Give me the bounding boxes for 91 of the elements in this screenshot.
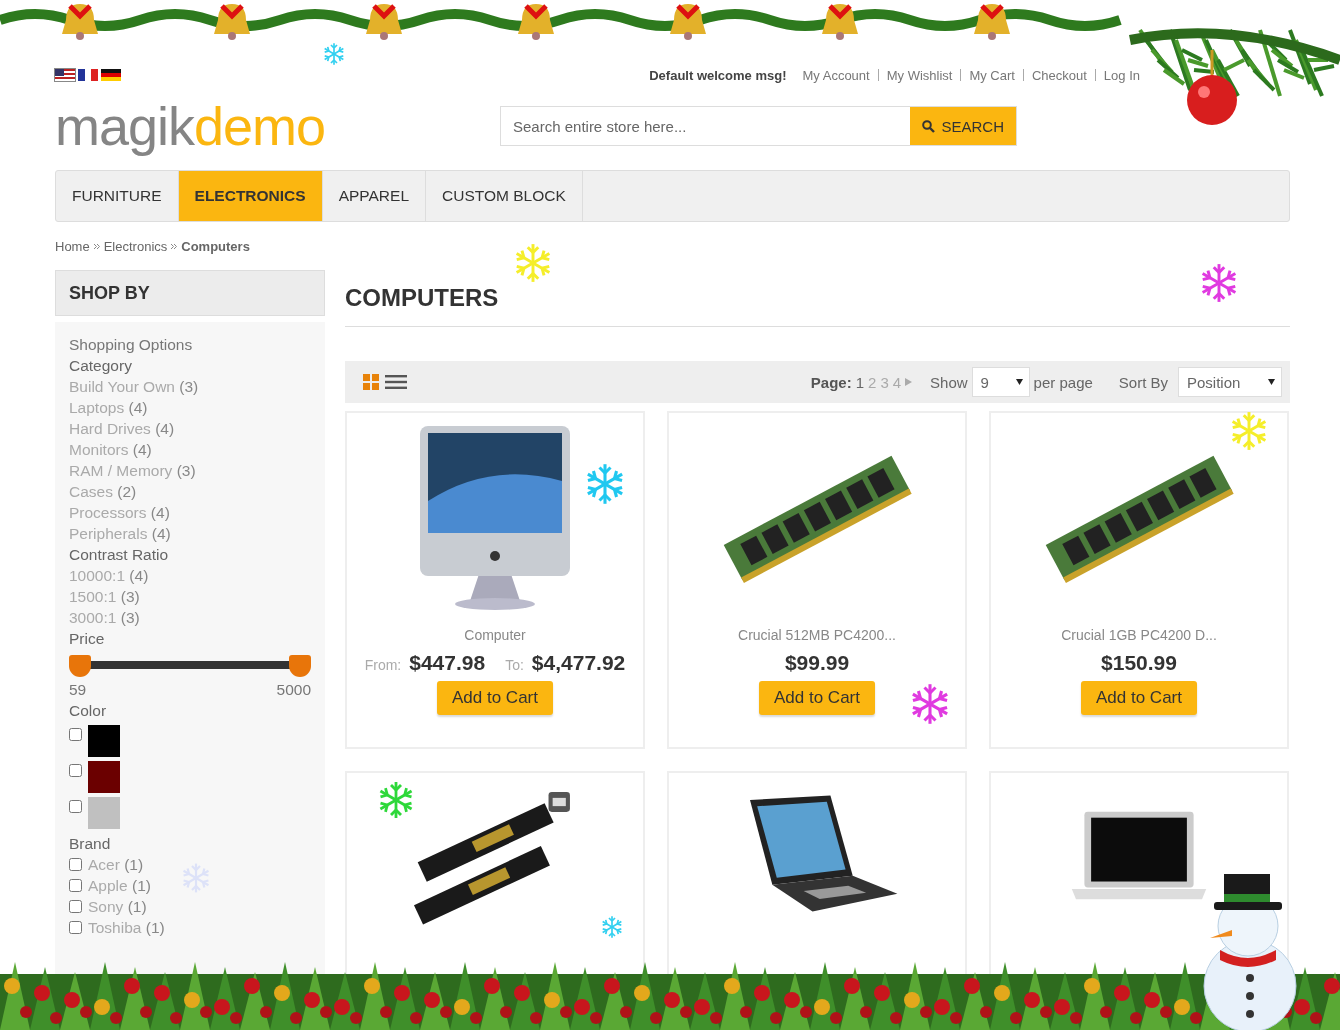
snowflake-icon	[322, 42, 346, 66]
filter-link[interactable]: Build Your Own (3)	[69, 376, 311, 397]
price-min: 59	[69, 680, 87, 700]
filter-link[interactable]: Laptops (4)	[69, 397, 311, 418]
filter-link[interactable]: Peripherals (4)	[69, 523, 311, 544]
sort-select[interactable]: Position	[1178, 367, 1282, 397]
page-link[interactable]: 2	[868, 373, 877, 391]
show-label: Show	[930, 373, 968, 391]
page-link[interactable]: 1	[855, 373, 865, 391]
brand-option[interactable]: Sony (1)	[88, 896, 147, 917]
price: $150.99	[1101, 651, 1177, 675]
separator	[1094, 69, 1096, 81]
price-label: From:	[364, 657, 402, 673]
brand-option[interactable]: Toshiba (1)	[88, 917, 165, 938]
nav-tab[interactable]: APPAREL	[322, 171, 426, 221]
checkbox[interactable]	[69, 800, 82, 813]
checkbox[interactable]	[69, 764, 82, 777]
grid-view-icon[interactable]	[363, 374, 379, 390]
filter-link[interactable]: Hard Drives (4)	[69, 418, 311, 439]
per-page-select[interactable]: 9	[971, 367, 1030, 397]
add-to-cart-button[interactable]: Add to Cart	[1081, 681, 1197, 715]
separator	[960, 69, 962, 81]
filter-link[interactable]: Processors (4)	[69, 502, 311, 523]
welcome-message: Default welcome msg!	[649, 67, 787, 83]
page-title: COMPUTERS	[345, 270, 1290, 327]
caret-icon	[1268, 379, 1275, 385]
add-to-cart-button[interactable]: Add to Cart	[759, 681, 875, 715]
slider-handle[interactable]	[69, 655, 91, 677]
filter-title: Brand	[69, 834, 112, 854]
product-name[interactable]: Crucial 512MB PC4200...	[738, 627, 896, 643]
separator-icon	[93, 243, 100, 249]
search-field[interactable]: Search entire store here... SEARCH	[500, 106, 1017, 146]
breadcrumb-link[interactable]: Home	[55, 238, 90, 254]
list-view-icon[interactable]	[385, 375, 407, 389]
slider-handle[interactable]	[289, 655, 311, 677]
brand-option[interactable]: Acer (1)	[88, 854, 144, 875]
header-link[interactable]: My Wishlist	[886, 67, 953, 83]
snowflake-icon	[180, 862, 212, 894]
separator	[1022, 69, 1024, 81]
breadcrumb-link[interactable]: Computers	[181, 238, 250, 254]
per-page-label: per page	[1033, 373, 1093, 391]
sidebar-title: SHOP BY	[55, 270, 325, 316]
flag-icon[interactable]	[55, 69, 75, 81]
brand-option[interactable]: Apple (1)	[88, 875, 151, 896]
filter-link[interactable]: 10000:1 (4)	[69, 565, 311, 586]
page-link[interactable]: 4	[892, 373, 902, 391]
checkbox[interactable]	[69, 900, 82, 913]
price: $4,477.92	[531, 651, 626, 675]
page-label: Page:	[810, 373, 852, 391]
price: $99.99	[784, 651, 850, 675]
header-link[interactable]: Checkout	[1031, 67, 1087, 83]
checkbox[interactable]	[69, 921, 82, 934]
nav-tab[interactable]: FURNITURE	[56, 171, 179, 221]
filter-link[interactable]: 3000:1 (3)	[69, 607, 311, 628]
filter-title: Price	[69, 629, 106, 649]
header-link[interactable]: My Cart	[969, 67, 1015, 83]
page-link[interactable]: 3	[880, 373, 889, 391]
flag-icon[interactable]	[78, 69, 98, 81]
price-label: To:	[505, 657, 524, 673]
caret-icon	[1015, 379, 1023, 385]
checkbox[interactable]	[69, 879, 82, 892]
checkbox[interactable]	[69, 858, 82, 871]
filter-link[interactable]: 1500:1 (3)	[69, 586, 311, 607]
filter-title: Contrast Ratio	[69, 545, 170, 565]
search-icon	[922, 119, 936, 133]
product-name[interactable]: Computer	[464, 627, 526, 643]
filter-title: Color	[69, 701, 108, 721]
color-swatch[interactable]	[88, 797, 120, 829]
breadcrumb-link[interactable]: Electronics	[103, 238, 168, 254]
product-name[interactable]: Crucial 1GB PC4200 D...	[1061, 627, 1217, 643]
filter-link[interactable]: RAM / Memory (3)	[69, 460, 311, 481]
header-link[interactable]: Log In	[1103, 67, 1140, 83]
search-button[interactable]: SEARCH	[910, 107, 1016, 145]
filter-subtitle: Shopping Options	[69, 335, 194, 355]
price-max: 5000	[276, 680, 311, 700]
nav-tab[interactable]: CUSTOM BLOCK	[426, 171, 583, 221]
sort-label: Sort By	[1118, 373, 1168, 391]
flag-icon[interactable]	[101, 69, 121, 81]
add-to-cart-button[interactable]: Add to Cart	[437, 681, 553, 715]
nav-tab[interactable]: ELECTRONICS	[178, 171, 323, 221]
separator-icon	[171, 243, 178, 249]
filter-title: Category	[69, 356, 133, 376]
price: $447.98	[409, 651, 486, 675]
color-swatch[interactable]	[88, 761, 120, 793]
snowflake-icon	[600, 915, 624, 939]
checkbox[interactable]	[69, 728, 82, 741]
color-swatch[interactable]	[88, 725, 120, 757]
separator	[877, 69, 879, 81]
filter-link[interactable]: Monitors (4)	[69, 439, 311, 460]
filter-link[interactable]: Cases (2)	[69, 481, 311, 502]
header-link[interactable]: My Account	[802, 67, 870, 83]
